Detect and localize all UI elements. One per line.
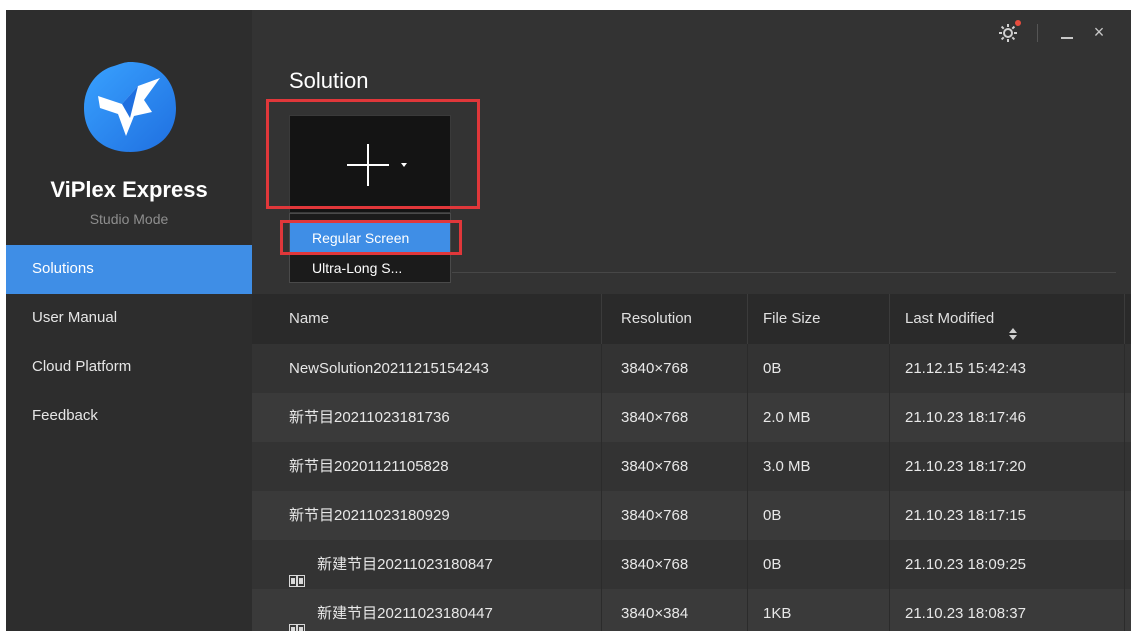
viplex-logo-icon [80, 56, 180, 156]
column-separator [601, 294, 602, 344]
row-last-modified: 21.10.23 18:09:25 [905, 556, 1026, 573]
add-solution-button[interactable] [289, 115, 451, 213]
dropdown-item-regular-screen[interactable]: Regular Screen [290, 223, 450, 253]
row-name-cell: 新建节目20211023180847 [289, 540, 493, 589]
row-file-size: 0B [763, 556, 782, 573]
titlebar-separator [1037, 24, 1038, 42]
minimize-icon[interactable] [1057, 23, 1077, 43]
section-divider [452, 272, 1116, 273]
column-separator [601, 344, 602, 393]
column-separator [889, 442, 890, 491]
table-header: Name Resolution File Size Last Modified [252, 294, 1131, 344]
column-separator [747, 491, 748, 540]
plus-icon-vertical [367, 144, 369, 186]
row-name: NewSolution20211215154243 [289, 360, 489, 377]
row-resolution: 3840×768 [621, 556, 689, 573]
screen-program-icon [289, 559, 305, 587]
row-resolution: 3840×768 [621, 458, 689, 475]
row-file-size: 0B [763, 360, 782, 377]
sidebar-item-solutions[interactable]: Solutions [6, 245, 252, 294]
column-separator [1124, 344, 1125, 393]
row-resolution: 3840×768 [621, 507, 689, 524]
column-separator [1124, 442, 1125, 491]
table-row[interactable]: 新节目20211023181736 3840×768 2.0 MB 21.10.… [252, 393, 1131, 442]
column-separator [601, 491, 602, 540]
row-last-modified: 21.10.23 18:08:37 [905, 605, 1026, 622]
app-window: ViPlex Express Studio Mode Solutions Use… [6, 10, 1131, 631]
row-file-size: 1KB [763, 605, 792, 622]
column-separator [889, 344, 890, 393]
table-row[interactable]: 新节目20201121105828 3840×768 3.0 MB 21.10.… [252, 442, 1131, 491]
row-name: 新建节目20211023180447 [317, 605, 493, 622]
column-separator [747, 393, 748, 442]
row-last-modified: 21.10.23 18:17:46 [905, 409, 1026, 426]
row-name-cell: NewSolution20211215154243 [289, 344, 489, 393]
column-separator [601, 393, 602, 442]
row-name-cell: 新节目20211023181736 [289, 393, 450, 442]
close-icon[interactable]: × [1089, 22, 1109, 42]
column-separator [747, 294, 748, 344]
sidebar-item-feedback[interactable]: Feedback [6, 392, 252, 441]
sort-icon[interactable] [1008, 312, 1018, 341]
column-separator [889, 540, 890, 589]
column-header-name[interactable]: Name [289, 294, 329, 344]
notification-dot [1015, 20, 1021, 26]
column-separator [889, 491, 890, 540]
column-separator [747, 442, 748, 491]
column-header-last-modified-label: Last Modified [905, 310, 995, 327]
main-panel: × Solution Regular Screen Ultra-Long S..… [252, 10, 1131, 631]
row-resolution: 3840×768 [621, 409, 689, 426]
row-last-modified: 21.12.15 15:42:43 [905, 360, 1026, 377]
sidebar-nav: Solutions User Manual Cloud Platform Fee… [6, 245, 252, 441]
row-name: 新建节目20211023180847 [317, 556, 493, 573]
table-row[interactable]: 新节目20211023180929 3840×768 0B 21.10.23 1… [252, 491, 1131, 540]
window-controls: × [971, 10, 1131, 54]
row-last-modified: 21.10.23 18:17:15 [905, 507, 1026, 524]
add-solution-dropdown: Regular Screen Ultra-Long S... [289, 213, 451, 283]
row-file-size: 0B [763, 507, 782, 524]
column-separator [601, 589, 602, 631]
column-header-last-modified[interactable]: Last Modified [905, 294, 1018, 344]
solutions-table: Name Resolution File Size Last Modified [252, 294, 1131, 631]
table-body: NewSolution20211215154243 3840×768 0B 21… [252, 344, 1131, 631]
row-resolution: 3840×768 [621, 360, 689, 377]
section-title: Solution [289, 68, 369, 93]
column-header-resolution[interactable]: Resolution [621, 294, 692, 344]
column-header-file-size[interactable]: File Size [763, 294, 821, 344]
sidebar: ViPlex Express Studio Mode Solutions Use… [6, 10, 252, 631]
screen-program-icon [289, 608, 305, 631]
column-separator [1124, 393, 1125, 442]
column-separator [1124, 294, 1125, 344]
app-name: ViPlex Express [50, 177, 208, 202]
column-separator [889, 393, 890, 442]
column-separator [889, 589, 890, 631]
table-row[interactable]: 新建节目20211023180847 3840×768 0B 21.10.23 … [252, 540, 1131, 589]
column-separator [1124, 540, 1125, 589]
column-separator [747, 589, 748, 631]
row-name-cell: 新节目20201121105828 [289, 442, 449, 491]
row-resolution: 3840×384 [621, 605, 689, 622]
column-separator [601, 442, 602, 491]
row-name: 新节目20211023181736 [289, 409, 450, 426]
column-separator [601, 540, 602, 589]
row-last-modified: 21.10.23 18:17:20 [905, 458, 1026, 475]
row-name-cell: 新节目20211023180929 [289, 491, 450, 540]
column-separator [1124, 491, 1125, 540]
row-file-size: 2.0 MB [763, 409, 811, 426]
column-separator [747, 540, 748, 589]
row-name: 新节目20211023180929 [289, 507, 450, 524]
row-file-size: 3.0 MB [763, 458, 811, 475]
row-name-cell: 新建节目20211023180447 [289, 589, 493, 631]
row-name: 新节目20201121105828 [289, 458, 449, 475]
table-row[interactable]: 新建节目20211023180447 3840×384 1KB 21.10.23… [252, 589, 1131, 631]
column-separator [747, 344, 748, 393]
caret-down-icon [401, 163, 407, 167]
sidebar-item-cloud-platform[interactable]: Cloud Platform [6, 343, 252, 392]
table-row[interactable]: NewSolution20211215154243 3840×768 0B 21… [252, 344, 1131, 393]
column-separator [1124, 589, 1125, 631]
sidebar-item-user-manual[interactable]: User Manual [6, 294, 252, 343]
app-mode: Studio Mode [89, 211, 169, 227]
column-separator [889, 294, 890, 344]
dropdown-item-ultra-long-screen[interactable]: Ultra-Long S... [290, 253, 450, 283]
